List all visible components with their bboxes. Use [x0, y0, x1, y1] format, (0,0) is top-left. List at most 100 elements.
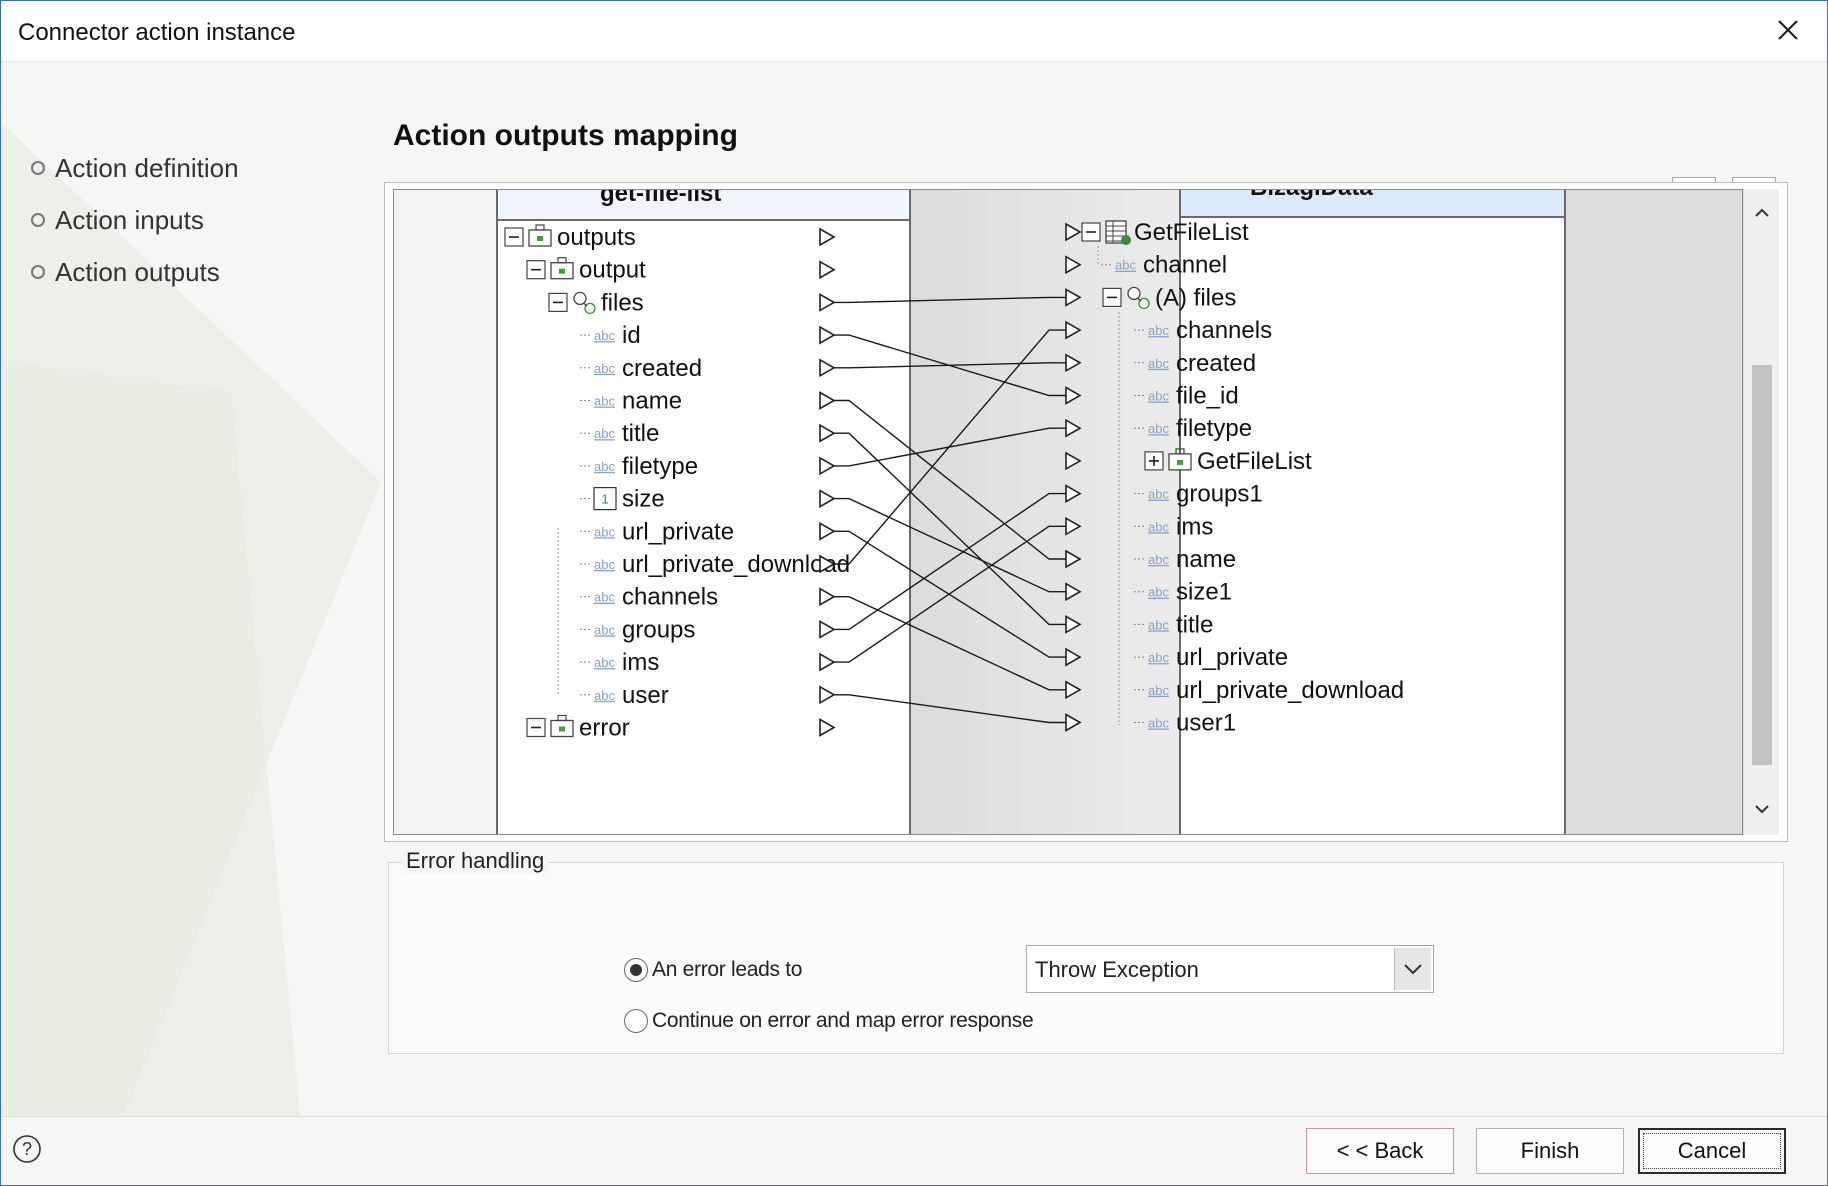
connector-port-icon[interactable]	[819, 358, 836, 378]
source-tree-node[interactable]: abc user	[580, 682, 836, 709]
step-label: Action definition	[55, 152, 239, 183]
source-tree-node[interactable]: abc title	[580, 420, 836, 447]
connector-port-icon[interactable]	[819, 325, 836, 345]
string-type-icon: abc	[1115, 258, 1136, 273]
radio-label: Continue on error and map error response	[652, 1009, 1034, 1032]
step-action-definition[interactable]: Action definition	[31, 142, 239, 194]
source-tree-node[interactable]: abc id	[580, 322, 836, 349]
string-type-icon: abc	[594, 688, 615, 703]
connector-port-icon[interactable]	[819, 489, 836, 508]
collapse-toggle-icon[interactable]	[548, 292, 568, 313]
connector-port-icon[interactable]	[819, 685, 836, 705]
node-label: created	[622, 355, 702, 382]
node-label: channel	[1143, 252, 1227, 279]
string-type-icon: abc	[1148, 421, 1169, 436]
bullet-icon	[31, 265, 45, 279]
node-label: outputs	[557, 224, 636, 251]
collapse-toggle-icon[interactable]	[526, 717, 546, 738]
title-bar: Connector action instance	[0, 0, 1828, 62]
collection-icon	[573, 291, 596, 315]
connector-port-icon[interactable]	[819, 260, 836, 280]
node-label: user1	[1176, 710, 1236, 737]
node-label: name	[1176, 546, 1236, 573]
source-tree-node[interactable]: 1 size	[580, 486, 836, 513]
connector-port-icon[interactable]	[819, 456, 836, 476]
svg-text:1: 1	[601, 492, 608, 507]
collapse-toggle-icon[interactable]	[1102, 287, 1122, 308]
source-tree-node[interactable]: abc name	[580, 388, 836, 415]
scrollbar-thumb[interactable]	[1752, 365, 1772, 765]
source-tree-node[interactable]: files	[548, 289, 836, 316]
string-type-icon: abc	[1148, 617, 1169, 632]
collapse-toggle-icon[interactable]	[504, 227, 524, 247]
connector-port-icon[interactable]	[819, 587, 836, 607]
source-tree-node[interactable]: abc url_private_download	[580, 551, 850, 578]
string-type-icon: abc	[594, 426, 615, 441]
connector-port-icon[interactable]	[819, 521, 836, 541]
source-tree-node[interactable]: abc filetype	[580, 453, 836, 480]
node-label: url_private_download	[1176, 677, 1404, 704]
source-tree-node[interactable]: abc url_private	[580, 518, 836, 545]
string-type-icon: abc	[594, 328, 615, 343]
node-label: created	[1176, 350, 1256, 377]
node-label: ims	[622, 649, 659, 676]
step-label: Action inputs	[55, 204, 204, 235]
source-tree-node[interactable]: outputs	[504, 224, 836, 251]
object-icon	[550, 257, 574, 280]
collapse-toggle-icon[interactable]	[526, 260, 546, 280]
cancel-button[interactable]: Cancel	[1638, 1128, 1786, 1174]
radio-continue-on-error[interactable]: Continue on error and map error response	[624, 1009, 1034, 1033]
radio-error-leads-to[interactable]: An error leads to	[624, 958, 802, 982]
collapse-toggle-icon[interactable]	[1144, 451, 1164, 471]
radio-button-selected[interactable]	[624, 958, 648, 982]
chevron-up-icon[interactable]	[1752, 203, 1772, 223]
string-type-icon: abc	[594, 590, 615, 605]
error-action-select[interactable]: Throw Exception	[1026, 945, 1434, 993]
page-title: Action outputs mapping	[393, 119, 738, 152]
chevron-down-icon[interactable]	[1752, 799, 1772, 819]
source-tree-node[interactable]: abc ims	[580, 649, 836, 676]
radio-button[interactable]	[624, 1009, 648, 1033]
step-action-inputs[interactable]: Action inputs	[31, 194, 239, 246]
help-icon[interactable]: ?	[12, 1134, 42, 1164]
string-type-icon: abc	[594, 557, 615, 572]
back-button[interactable]: < < Back	[1306, 1128, 1454, 1174]
source-tree-node[interactable]: error	[526, 714, 836, 742]
string-type-icon: abc	[594, 655, 615, 670]
node-label: error	[579, 715, 630, 742]
node-label: url_private_download	[622, 551, 850, 578]
dropdown-button[interactable]	[1394, 948, 1431, 990]
node-label: url_private	[622, 518, 734, 545]
connector-port-icon[interactable]	[819, 620, 836, 639]
connector-port-icon[interactable]	[819, 391, 836, 410]
string-type-icon: abc	[1148, 487, 1169, 502]
node-label: GetFileList	[1134, 219, 1249, 246]
target-header: BizagiData	[1250, 190, 1373, 201]
close-icon[interactable]	[1768, 10, 1808, 50]
string-type-icon: abc	[1148, 683, 1169, 698]
node-label: groups	[622, 616, 695, 643]
source-tree-node[interactable]: abc channels	[580, 584, 836, 611]
object-icon	[550, 714, 574, 738]
step-action-outputs[interactable]: Action outputs	[31, 246, 239, 298]
node-label: filetype	[622, 453, 698, 480]
collapse-toggle-icon[interactable]	[1081, 222, 1101, 242]
finish-button[interactable]: Finish	[1476, 1128, 1624, 1174]
node-label: id	[622, 322, 641, 349]
connector-port-icon[interactable]	[819, 293, 836, 312]
connector-port-icon[interactable]	[819, 718, 836, 737]
node-label: channels	[622, 584, 718, 611]
connector-port-icon[interactable]	[819, 652, 836, 672]
string-type-icon: abc	[1148, 519, 1169, 534]
node-label: channels	[1176, 317, 1272, 344]
source-tree-node[interactable]: output	[526, 257, 836, 284]
mapper-scrollbar[interactable]	[1743, 189, 1779, 835]
source-tree-node[interactable]: abc created	[580, 355, 836, 382]
string-type-icon: abc	[594, 394, 615, 409]
node-label: title	[1176, 611, 1213, 638]
radio-label: An error leads to	[652, 958, 803, 981]
connector-port-icon[interactable]	[819, 227, 836, 247]
connector-port-icon[interactable]	[819, 423, 836, 443]
select-value: Throw Exception	[1035, 957, 1199, 982]
source-tree-node[interactable]: abc groups	[580, 616, 836, 643]
